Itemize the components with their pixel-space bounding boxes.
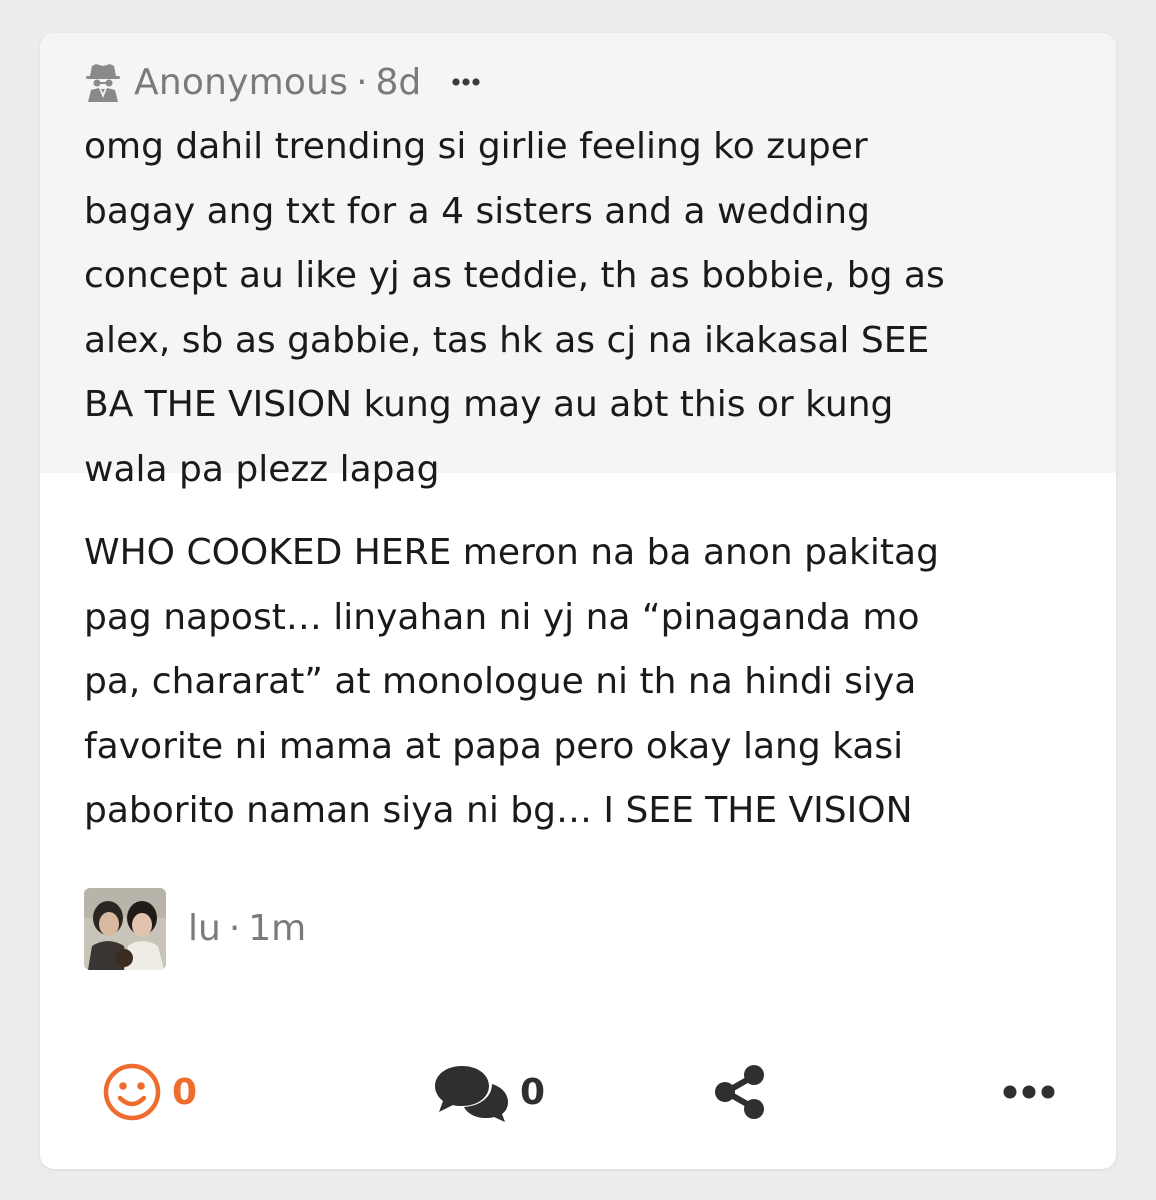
post-more-button[interactable] xyxy=(451,77,481,87)
meta-separator: · xyxy=(356,61,368,103)
action-bar: 0 0 xyxy=(102,1057,1056,1127)
reply-author[interactable]: lu xyxy=(188,908,221,949)
reply-body-text: WHO COOKED HERE meron na ba anon pakitag… xyxy=(84,532,939,831)
quoted-post-header: Anonymous · 8d xyxy=(84,61,1072,103)
post-body-text: omg dahil trending si girlie feeling ko … xyxy=(84,126,945,490)
share-icon xyxy=(715,1065,764,1119)
comment-button[interactable]: 0 xyxy=(432,1062,545,1122)
post-author[interactable]: Anonymous xyxy=(134,62,348,103)
comments-icon xyxy=(435,1066,508,1122)
reply-timestamp: 1m xyxy=(248,908,307,949)
meta-separator: · xyxy=(228,908,241,949)
more-horizontal-icon xyxy=(1003,1085,1055,1099)
reply-meta: lu · 1m xyxy=(84,887,1072,970)
anonymous-spy-icon xyxy=(84,62,122,102)
more-options-button[interactable] xyxy=(1002,1084,1056,1100)
post-card: Anonymous · 8d omg dahil trending si gir… xyxy=(40,33,1116,1169)
react-count: 0 xyxy=(172,1071,198,1113)
more-horizontal-icon xyxy=(452,78,480,86)
comment-count: 0 xyxy=(520,1071,546,1113)
avatar[interactable] xyxy=(84,887,166,970)
post-timestamp: 8d xyxy=(375,61,422,103)
share-button[interactable] xyxy=(712,1064,768,1120)
react-button[interactable]: 0 xyxy=(102,1062,197,1122)
quoted-post[interactable]: Anonymous · 8d omg dahil trending si gir… xyxy=(40,33,1116,490)
reply: WHO COOKED HERE meron na ba anon pakitag… xyxy=(40,473,1116,970)
smiley-icon xyxy=(103,1063,161,1121)
